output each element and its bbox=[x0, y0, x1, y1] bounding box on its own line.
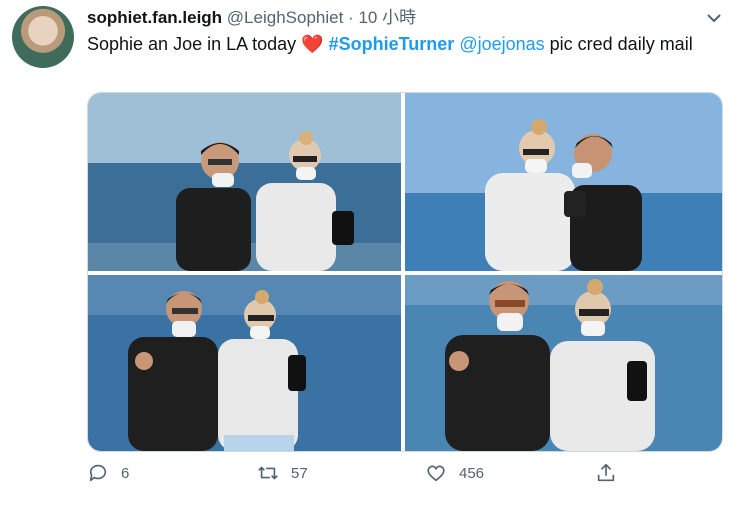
share-button[interactable] bbox=[595, 462, 617, 484]
share-icon bbox=[597, 463, 615, 482]
retweet-icon bbox=[258, 466, 278, 480]
separator: · bbox=[348, 8, 354, 27]
media-grid bbox=[87, 92, 723, 452]
retweet-button[interactable]: 57 bbox=[257, 462, 308, 484]
reply-count: 6 bbox=[121, 464, 130, 482]
display-name[interactable]: sophiet.fan.leigh bbox=[87, 8, 222, 27]
user-handle[interactable]: @LeighSophiet bbox=[227, 8, 344, 27]
like-count: 456 bbox=[459, 464, 485, 482]
chevron-down-icon[interactable] bbox=[704, 8, 724, 28]
tweet-text-part: pic cred daily mail bbox=[544, 34, 693, 54]
reply-icon bbox=[89, 464, 107, 482]
beach-photo-4[interactable] bbox=[405, 275, 722, 451]
reply-button[interactable]: 6 bbox=[87, 462, 129, 484]
retweet-count: 57 bbox=[291, 464, 308, 482]
tweet-actions: 6 57 456 bbox=[87, 462, 727, 490]
timestamp[interactable]: 10 小時 bbox=[358, 8, 416, 27]
avatar[interactable] bbox=[12, 6, 74, 68]
beach-photo-2[interactable] bbox=[405, 93, 722, 271]
beach-photo-3[interactable] bbox=[88, 275, 401, 451]
beach-photo-1[interactable] bbox=[88, 93, 401, 271]
heart-emoji: ❤️ bbox=[301, 34, 324, 54]
tweet-header: sophiet.fan.leigh @LeighSophiet · 10 小時 bbox=[87, 8, 416, 28]
tweet-text: Sophie an Joe in LA today ❤️ #SophieTurn… bbox=[87, 32, 717, 56]
mention-link[interactable]: @joejonas bbox=[459, 34, 544, 54]
hashtag-link[interactable]: #SophieTurner bbox=[329, 34, 455, 54]
like-button[interactable]: 456 bbox=[425, 462, 484, 484]
tweet-text-part: Sophie an Joe in LA today bbox=[87, 34, 302, 54]
heart-icon bbox=[427, 465, 445, 482]
